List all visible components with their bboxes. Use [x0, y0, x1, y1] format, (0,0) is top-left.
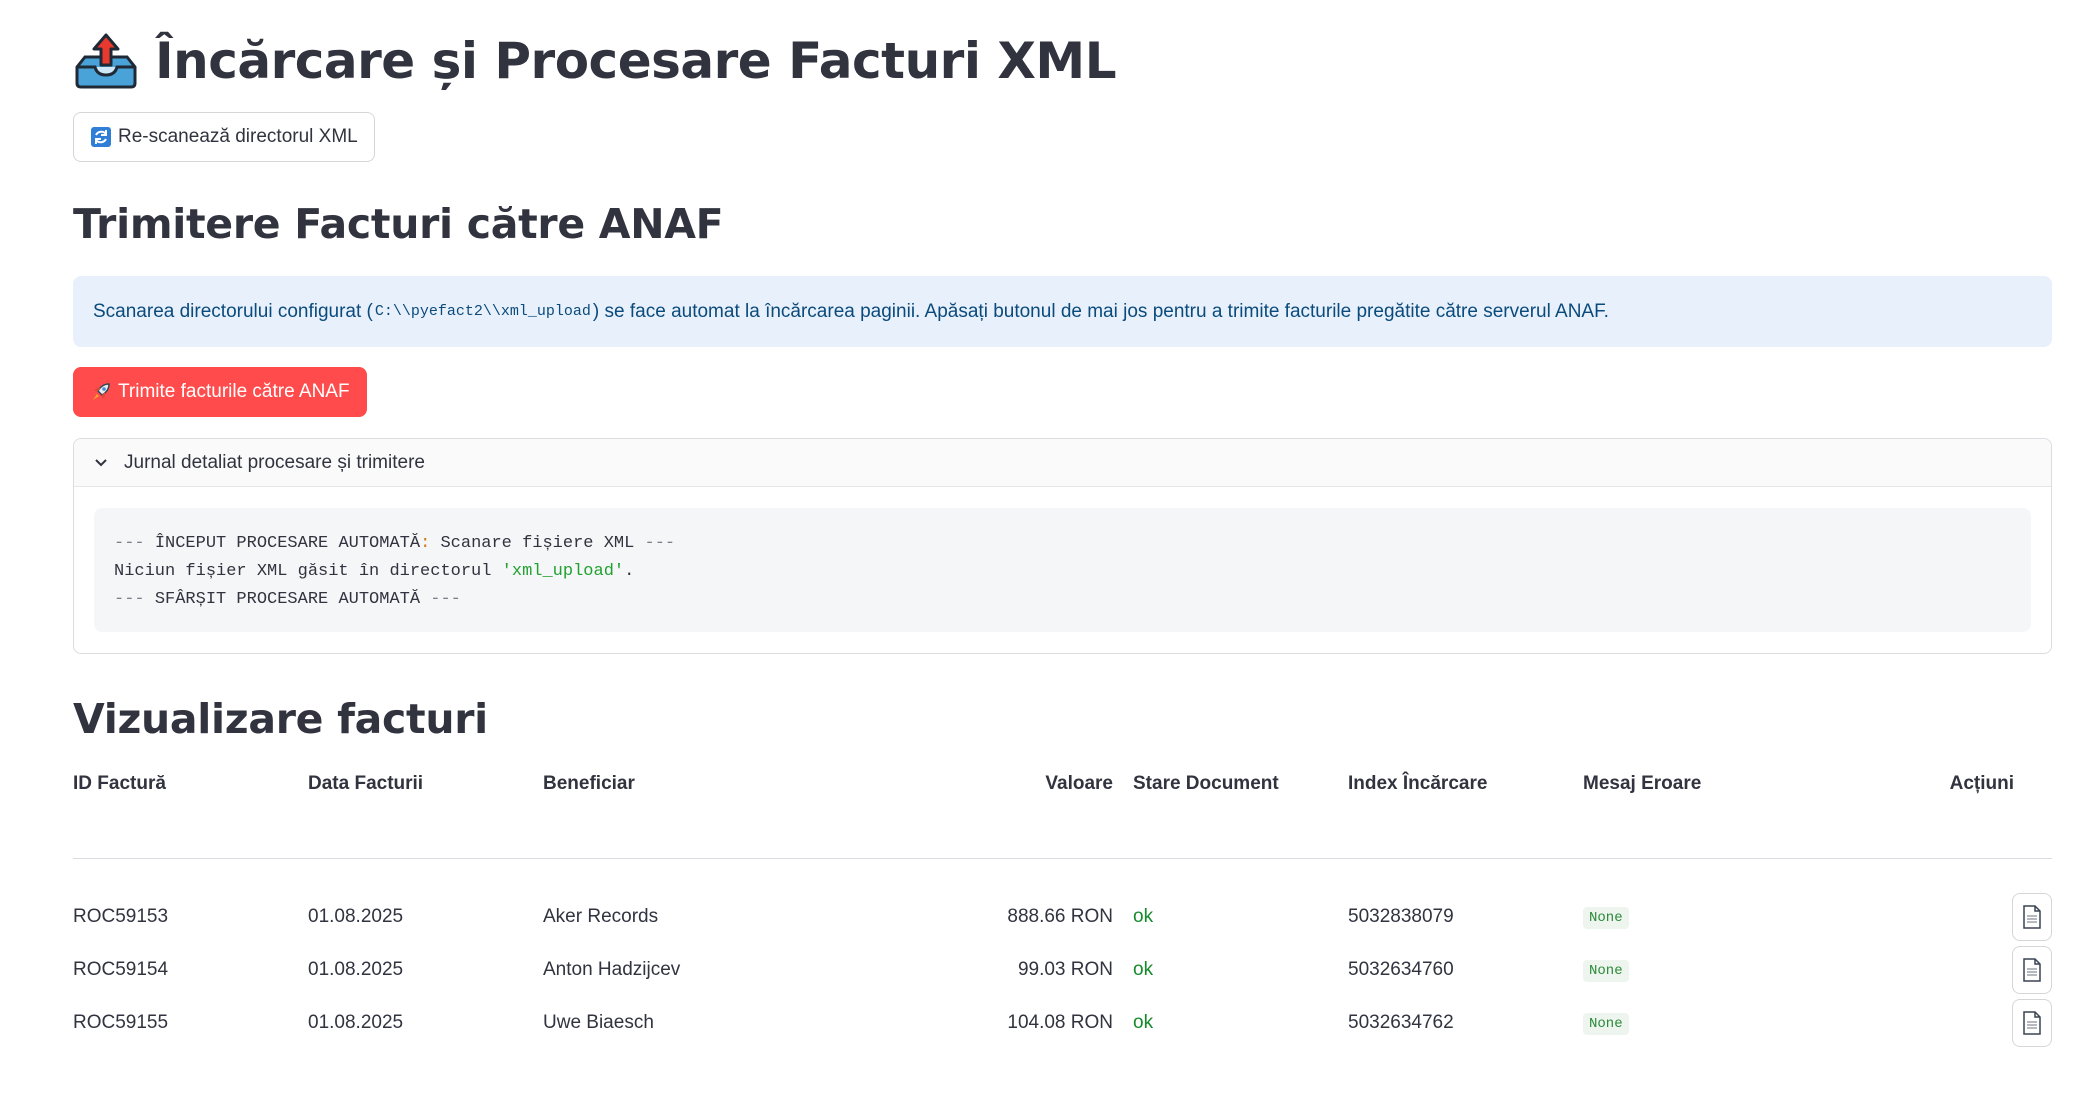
col-header-error: Mesaj Eroare: [1583, 773, 1702, 794]
col-header-id: ID Factură: [73, 773, 166, 794]
log-line1-prefix: ---: [114, 534, 155, 553]
log-line2-text: Niciun fișier XML găsit în directorul: [114, 562, 502, 581]
refresh-icon: [91, 127, 111, 147]
view-document-button[interactable]: [2012, 893, 2052, 941]
log-line1-text: ÎNCEPUT PROCESARE AUTOMATĂ: [154, 534, 421, 553]
send-to-anaf-button[interactable]: Trimite facturile către ANAF: [73, 367, 367, 417]
table-row: ROC59153 01.08.2025 Aker Records 888.66 …: [73, 889, 2052, 945]
cell-actions: [1818, 999, 2052, 1047]
cell-beneficiary: Anton Hadzijcev: [543, 959, 681, 980]
cell-error: None: [1583, 905, 1818, 929]
view-section-heading: Vizualizare facturi: [73, 695, 488, 743]
log-line3-text: SFÂRȘIT PROCESARE AUTOMATĂ: [154, 590, 431, 609]
cell-status: ok: [1133, 906, 1154, 927]
error-badge: None: [1583, 1013, 1629, 1035]
log-line1-suffix: ---: [644, 534, 676, 553]
log-code-block: --- ÎNCEPUT PROCESARE AUTOMATĂ: Scanare …: [94, 508, 2031, 632]
invoices-table: ID Factură Data Facturii Beneficiar Valo…: [73, 763, 2052, 1047]
col-header-index: Index Încărcare: [1348, 773, 1488, 794]
cell-id: ROC59153: [73, 906, 169, 927]
document-icon: [2023, 1011, 2041, 1035]
col-header-status: Stare Document: [1133, 773, 1279, 794]
log-line2-end: .: [624, 562, 635, 581]
info-path: C:\\pyefact2\\xml_upload: [374, 303, 591, 320]
info-text-before: Scanarea directorului configurat (: [93, 300, 373, 322]
cell-date: 01.08.2025: [308, 959, 404, 980]
cell-index: 5032838079: [1348, 906, 1454, 927]
cell-index: 5032634760: [1348, 959, 1454, 980]
log-line1-rest: Scanare fișiere XML: [430, 534, 645, 553]
cell-date: 01.08.2025: [308, 906, 404, 927]
log-line3-prefix: ---: [114, 590, 155, 609]
cell-id: ROC59154: [73, 959, 169, 980]
info-box: Scanarea directorului configurat (C:\\py…: [73, 276, 2052, 347]
document-icon: [2023, 958, 2041, 982]
col-header-beneficiary: Beneficiar: [543, 773, 635, 794]
cell-date: 01.08.2025: [308, 1012, 404, 1033]
log-expander-label: Jurnal detaliat procesare și trimitere: [124, 451, 425, 473]
cell-beneficiary: Uwe Biaesch: [543, 1012, 654, 1033]
log-line2-string: 'xml_upload': [501, 562, 625, 581]
log-expander-header[interactable]: Jurnal detaliat procesare și trimitere: [74, 439, 2051, 487]
col-header-value: Valoare: [1045, 773, 1113, 794]
rocket-icon: [93, 383, 110, 400]
table-row: ROC59154 01.08.2025 Anton Hadzijcev 99.0…: [73, 942, 2052, 998]
log-line1-colon: :: [420, 534, 431, 553]
table-row: ROC59155 01.08.2025 Uwe Biaesch 104.08 R…: [73, 995, 2052, 1051]
error-badge: None: [1583, 907, 1629, 929]
cell-error: None: [1583, 958, 1818, 982]
info-text-after: ) se face automat la încărcarea paginii.…: [592, 300, 1609, 322]
rescan-button-label: Re-scanează directorul XML: [118, 126, 358, 147]
cell-error: None: [1583, 1011, 1818, 1035]
cell-status: ok: [1133, 959, 1154, 980]
log-expander: Jurnal detaliat procesare și trimitere -…: [73, 438, 2052, 654]
cell-index: 5032634762: [1348, 1012, 1454, 1033]
log-line3-suffix: ---: [430, 590, 461, 609]
document-icon: [2023, 905, 2041, 929]
view-document-button[interactable]: [2012, 946, 2052, 994]
chevron-down-icon: [95, 458, 107, 466]
cell-id: ROC59155: [73, 1012, 169, 1033]
table-header: ID Factură Data Facturii Beneficiar Valo…: [73, 763, 2052, 859]
cell-beneficiary: Aker Records: [543, 906, 659, 927]
error-badge: None: [1583, 960, 1629, 982]
cell-value: 99.03 RON: [1017, 959, 1113, 980]
send-section-heading: Trimitere Facturi către ANAF: [73, 200, 724, 248]
rescan-button[interactable]: Re-scanează directorul XML: [73, 112, 375, 162]
page-title: Încărcare și Procesare Facturi XML: [155, 32, 1117, 90]
outbox-tray-icon: [75, 33, 137, 89]
cell-actions: [1818, 946, 2052, 994]
cell-actions: [1818, 893, 2052, 941]
col-header-actions: Acțiuni: [1949, 773, 2014, 794]
cell-value: 104.08 RON: [1007, 1012, 1113, 1033]
title-row: Încărcare și Procesare Facturi XML: [73, 26, 1117, 96]
send-to-anaf-button-label: Trimite facturile către ANAF: [118, 381, 350, 402]
view-document-button[interactable]: [2012, 999, 2052, 1047]
cell-status: ok: [1133, 1012, 1154, 1033]
col-header-date: Data Facturii: [308, 773, 424, 794]
cell-value: 888.66 RON: [1007, 906, 1113, 927]
